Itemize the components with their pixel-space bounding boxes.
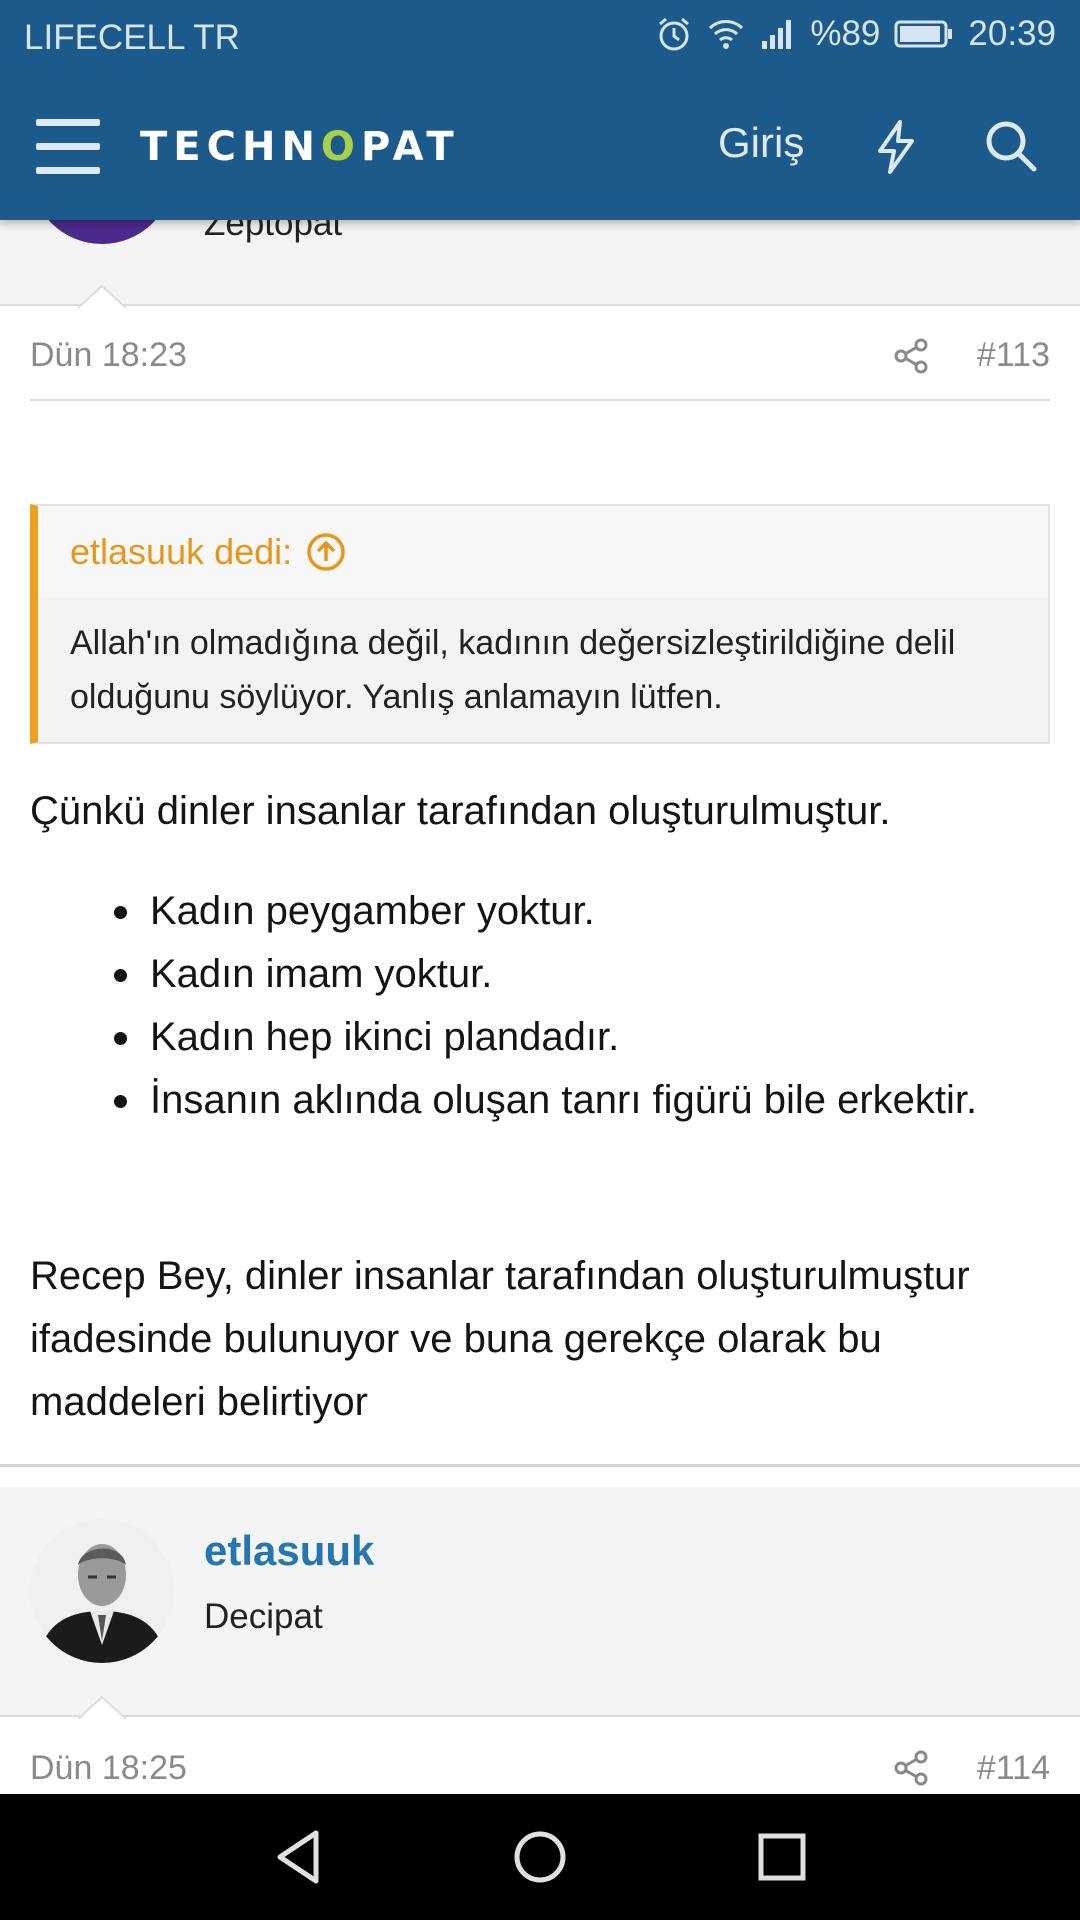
post-divider	[0, 1464, 1080, 1467]
quote-header[interactable]: etlasuuk dedi:	[38, 506, 1048, 598]
hamburger-menu-button[interactable]	[36, 119, 100, 175]
quote-text: Allah'ın olmadığına değil, kadının değer…	[70, 624, 956, 716]
list-item: Kadın imam yoktur.	[114, 943, 1030, 1006]
post-time[interactable]: Dün 18:25	[30, 1749, 187, 1788]
post-meta: Dün 18:25 #114	[30, 1723, 1050, 1794]
status-bar: LIFECELL TR %89 20:39	[0, 0, 1080, 75]
share-icon[interactable]	[892, 337, 930, 375]
author-username[interactable]: etlasuuk	[204, 1527, 374, 1575]
technopat-logo[interactable]: TECHNOPAT	[140, 117, 460, 177]
post-meta: Dün 18:23 #113	[30, 311, 1050, 401]
post-number[interactable]: #114	[977, 1749, 1050, 1788]
author-rank: Decipat	[204, 1597, 323, 1636]
signal-icon	[760, 17, 796, 51]
battery-icon	[894, 19, 954, 49]
battery-percent: %89	[810, 14, 881, 53]
bolt-icon[interactable]	[872, 119, 920, 175]
list-item: İnsanın aklında oluşan tanrı figürü bile…	[114, 1069, 1030, 1132]
carrier-label: LIFECELL TR	[24, 18, 240, 57]
post-paragraph: Recep Bey, dinler insanlar tarafından ol…	[30, 1254, 970, 1424]
quote-author[interactable]: etlasuuk dedi:	[70, 531, 292, 573]
search-icon[interactable]	[984, 119, 1038, 173]
post-paragraph: Çünkü dinler insanlar tarafından oluştur…	[30, 789, 891, 833]
post-number[interactable]: #113	[977, 336, 1050, 375]
site-header: TECHNOPAT Giriş	[0, 75, 1080, 220]
post-author-bar: etlasuuk Decipat	[0, 1487, 1080, 1717]
jump-to-quote-icon[interactable]	[306, 532, 346, 572]
alarm-icon	[656, 16, 692, 52]
wifi-icon	[706, 16, 746, 52]
login-link[interactable]: Giriş	[718, 119, 804, 167]
thread-content: A Zeptopat Dün 18:23 #113 etlasuuk dedi:…	[0, 180, 1080, 1794]
quote-block: etlasuuk dedi: Allah'ın olmadığına değil…	[30, 504, 1050, 744]
recents-icon[interactable]	[756, 1827, 808, 1887]
share-icon[interactable]	[892, 1749, 930, 1787]
back-icon[interactable]	[272, 1827, 324, 1887]
post-time[interactable]: Dün 18:23	[30, 336, 187, 375]
pointer-arrow	[78, 284, 126, 308]
bullet-list: Kadın peygamber yoktur. Kadın imam yoktu…	[114, 880, 1030, 1132]
list-item: Kadın peygamber yoktur.	[114, 880, 1030, 943]
list-item: Kadın hep ikinci plandadır.	[114, 1006, 1030, 1069]
pointer-arrow	[78, 1695, 126, 1719]
system-navigation-bar	[0, 1794, 1080, 1920]
home-icon[interactable]	[512, 1827, 568, 1887]
clock: 20:39	[968, 14, 1056, 53]
avatar[interactable]	[30, 1519, 174, 1663]
